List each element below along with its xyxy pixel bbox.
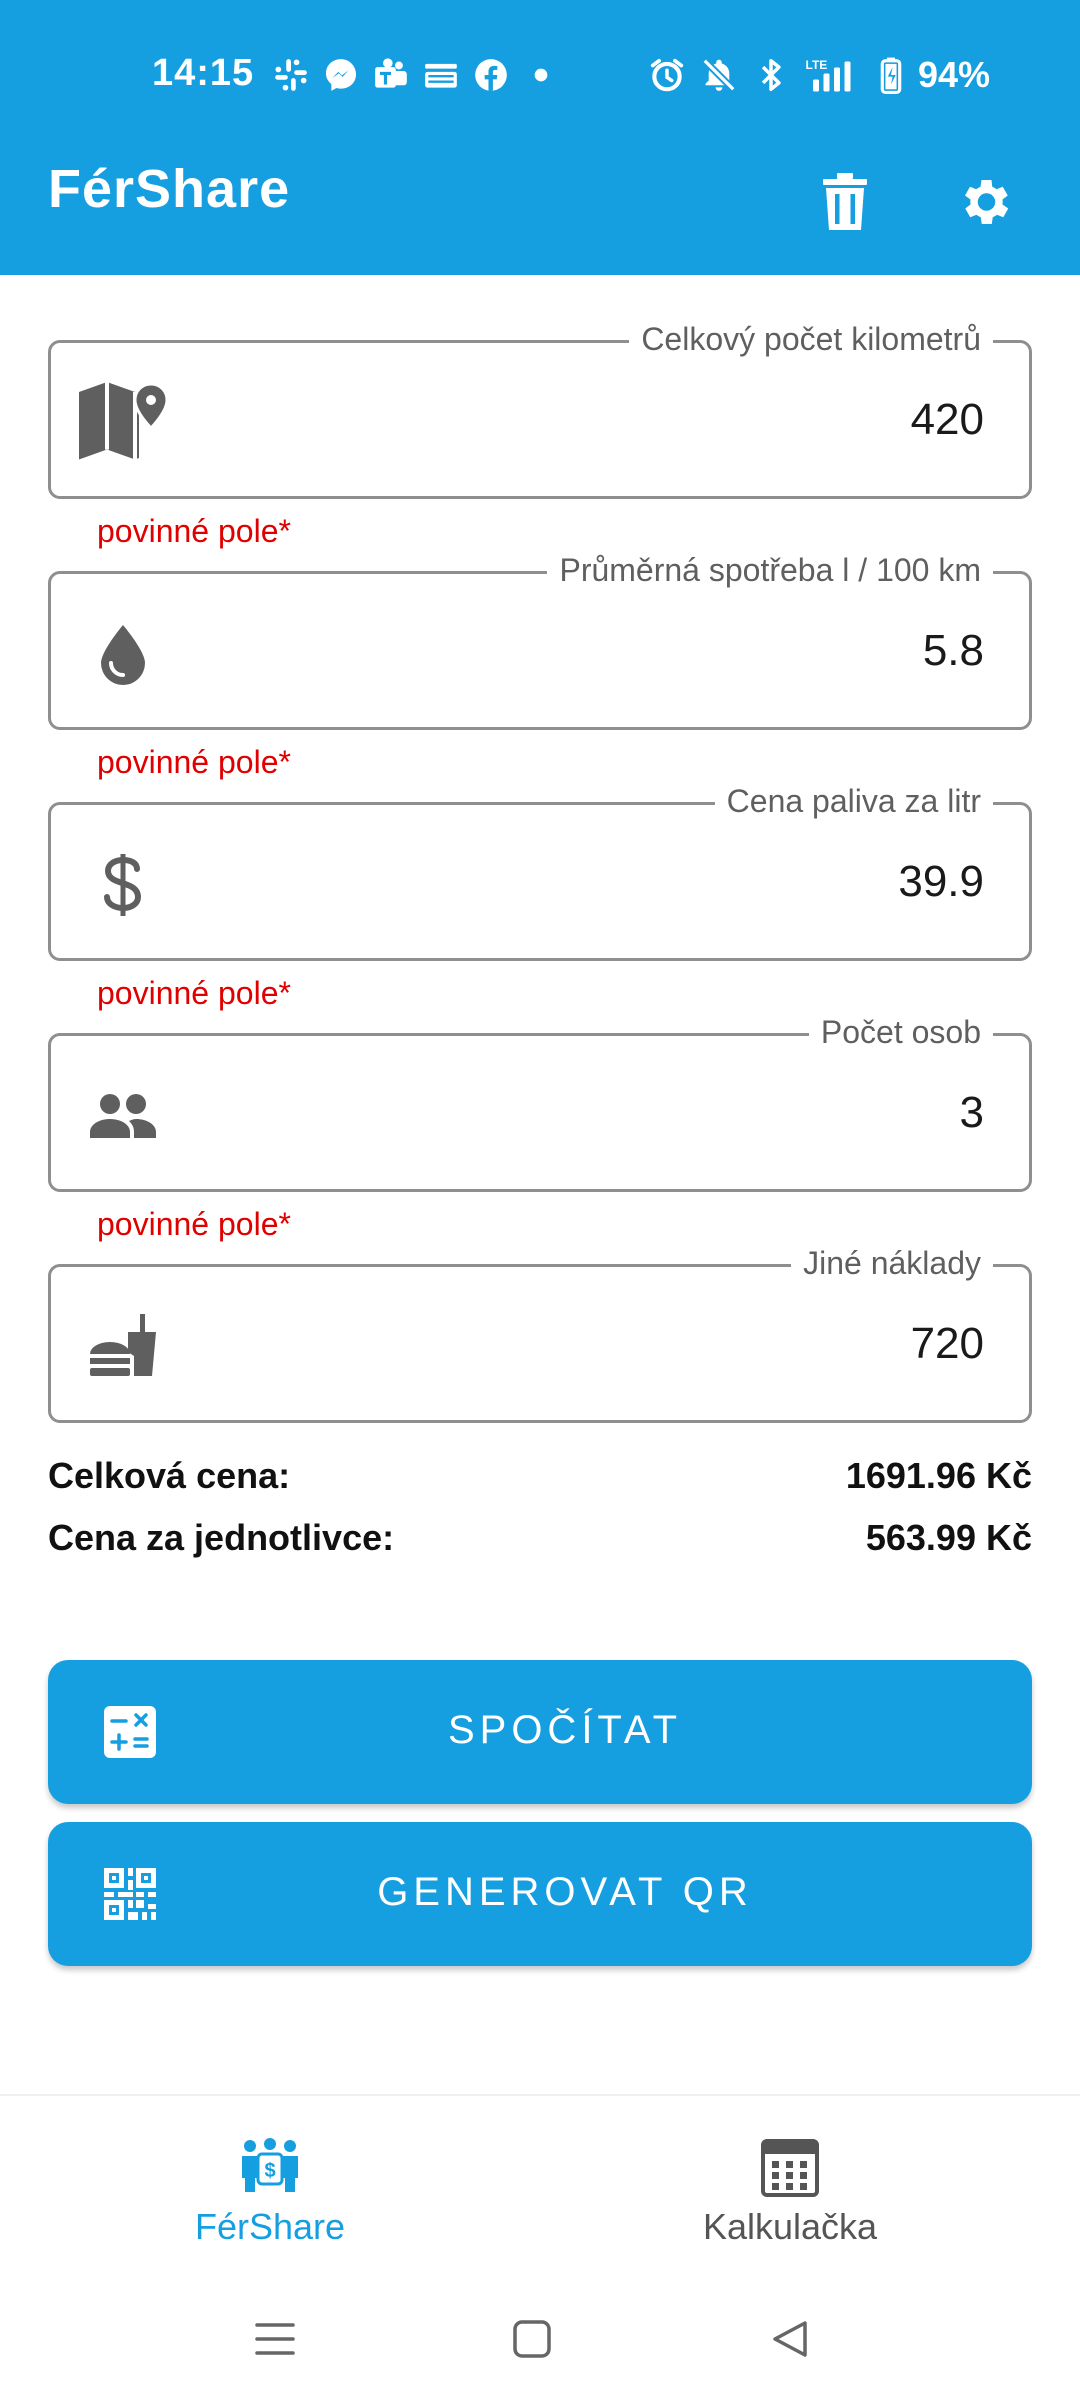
top-app-bar: 14:15 LTE 94% FérShare <box>0 0 1080 275</box>
distance-field-label: Celkový počet kilometrů <box>629 321 993 358</box>
menu-lines-icon <box>255 2323 295 2355</box>
bell-off-icon <box>702 58 736 92</box>
system-status-icons: LTE 94% <box>648 52 990 98</box>
fuel-price-required-note: povinné pole* <box>97 975 291 1011</box>
delete-button[interactable] <box>805 162 885 242</box>
total-price-value: 1691.96 Kč <box>845 1455 1032 1496</box>
back-triangle-icon <box>773 2321 807 2357</box>
distance-required-note: povinné pole* <box>97 513 291 549</box>
nav-tab-fershare-label: FérShare <box>194 2206 346 2247</box>
other-costs-field[interactable]: Jiné náklady 720 <box>48 1245 1032 1423</box>
nav-tab-fershare[interactable]: $ FérShare <box>0 2096 540 2276</box>
calculator-grid-icon <box>520 2138 1060 2202</box>
trash-icon <box>823 173 867 230</box>
dollar-icon <box>73 835 173 935</box>
calculate-button-label: SPOČÍTAT <box>447 1708 683 1752</box>
consumption-field[interactable]: Průměrná spotřeba l / 100 km 5.8 <box>48 552 1032 730</box>
dot-icon <box>534 68 548 82</box>
back-button[interactable] <box>755 2304 825 2374</box>
nav-tab-calculator[interactable]: Kalkulačka <box>520 2096 1060 2276</box>
bluetooth-icon <box>761 59 781 91</box>
svg-text:LTE: LTE <box>805 58 827 72</box>
generate-qr-button-label: GENEROVAT QR <box>377 1870 753 1914</box>
gear-icon <box>965 180 1009 224</box>
fastfood-icon <box>73 1297 173 1397</box>
facebook-icon <box>475 59 507 91</box>
fuel-price-value[interactable]: 39.9 <box>898 857 984 907</box>
people-icon <box>73 1066 173 1166</box>
consumption-field-label: Průměrná spotřeba l / 100 km <box>547 552 993 589</box>
persons-field-label: Počet osob <box>808 1014 993 1051</box>
fuel-price-field-label: Cena paliva za litr <box>714 783 993 820</box>
people-money-icon: $ <box>0 2138 540 2202</box>
notification-icons <box>272 52 560 98</box>
teams-icon <box>375 58 407 88</box>
persons-required-note: povinné pole* <box>97 1206 291 1242</box>
recents-button[interactable] <box>240 2304 310 2374</box>
persons-value[interactable]: 3 <box>960 1088 984 1138</box>
svg-text:$: $ <box>264 2160 275 2182</box>
temu-icon <box>425 63 457 88</box>
square-icon <box>513 2320 551 2358</box>
drop-icon <box>73 604 173 704</box>
home-button[interactable] <box>497 2304 567 2374</box>
calculate-button[interactable]: SPOČÍTAT <box>48 1660 1032 1804</box>
generate-qr-button[interactable]: GENEROVAT QR <box>48 1822 1032 1966</box>
lte-signal-icon: LTE <box>805 58 851 92</box>
consumption-value[interactable]: 5.8 <box>923 626 984 676</box>
persons-field[interactable]: Počet osob 3 <box>48 1014 1032 1192</box>
app-title: FérShare <box>48 159 291 219</box>
per-person-price-label: Cena za jednotlivce: <box>48 1517 395 1558</box>
alarm-icon <box>650 58 684 92</box>
bottom-navigation: $ FérShare Kalkulačka <box>0 2094 1080 2274</box>
battery-percentage: 94% <box>917 54 990 95</box>
total-price-label: Celková cena: <box>48 1455 291 1496</box>
status-bar: 14:15 LTE 94% <box>0 40 1080 110</box>
battery-icon <box>880 57 902 94</box>
consumption-required-note: povinné pole* <box>97 744 291 780</box>
system-navigation-bar <box>0 2274 1080 2400</box>
other-costs-value[interactable]: 720 <box>911 1319 984 1369</box>
nav-tab-calculator-label: Kalkulačka <box>702 2206 878 2247</box>
distance-field[interactable]: Celkový počet kilometrů 420 <box>48 321 1032 499</box>
status-time: 14:15 <box>152 52 255 94</box>
other-costs-field-label: Jiné náklady <box>791 1245 993 1282</box>
per-person-price-value: 563.99 Kč <box>865 1517 1032 1558</box>
messenger-icon <box>325 59 357 91</box>
distance-value[interactable]: 420 <box>911 395 984 445</box>
settings-button[interactable] <box>944 162 1024 242</box>
fuel-price-field[interactable]: Cena paliva za litr 39.9 <box>48 783 1032 961</box>
map-pin-icon <box>73 373 173 473</box>
slack-icon <box>275 59 307 91</box>
